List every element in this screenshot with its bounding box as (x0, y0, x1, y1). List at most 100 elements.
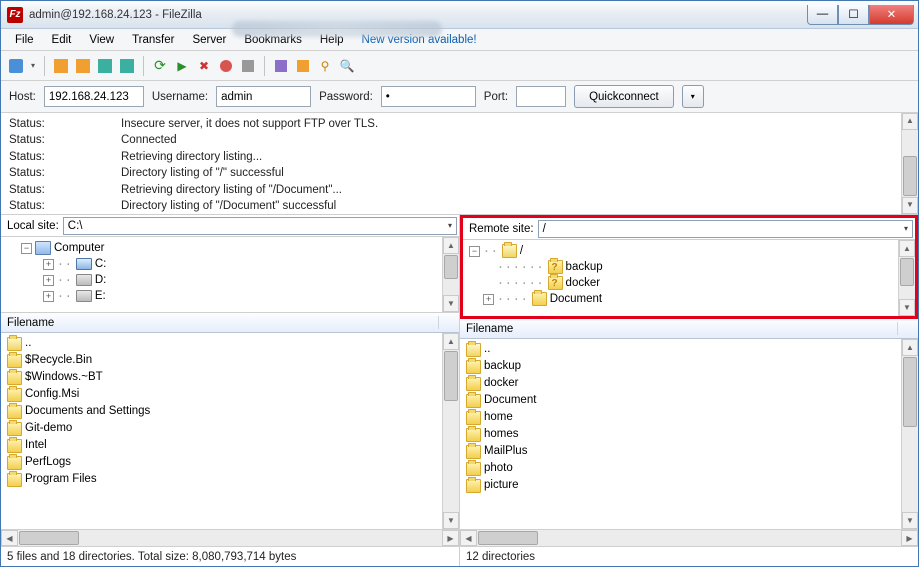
folder-icon (466, 428, 481, 442)
list-item[interactable]: .. (25, 335, 31, 352)
menu-server[interactable]: Server (184, 32, 234, 48)
tree-node-computer[interactable]: Computer (54, 240, 105, 256)
local-list-header[interactable]: Filename (1, 313, 459, 333)
host-label: Host: (9, 91, 36, 103)
expander-icon[interactable] (483, 294, 494, 305)
tree-node-drive[interactable]: C: (95, 256, 107, 272)
site-manager-icon[interactable] (7, 57, 25, 75)
local-site-row: Local site: C:\▾ (1, 215, 459, 237)
local-tree-scrollbar[interactable]: ▲▼ (442, 237, 459, 312)
expander-icon[interactable] (43, 275, 54, 286)
list-item[interactable]: .. (484, 341, 490, 358)
process-queue-icon[interactable]: ▶ (173, 57, 191, 75)
host-input[interactable] (44, 86, 144, 107)
username-label: Username: (152, 91, 208, 103)
tree-node[interactable]: docker (566, 275, 601, 291)
list-item[interactable]: Documents and Settings (25, 403, 150, 420)
toggle-queue-icon[interactable] (118, 57, 136, 75)
highlight-box: Remote site: /▾ ··/ ······backup ······d… (460, 215, 918, 319)
log-line: Connected (121, 132, 177, 148)
quickconnect-button[interactable]: Quickconnect (574, 85, 674, 108)
local-list-hscrollbar[interactable]: ◀▶ (1, 529, 459, 546)
log-line: Directory listing of "/Document" success… (121, 198, 336, 214)
folder-icon (466, 394, 481, 408)
toggle-local-tree-icon[interactable] (74, 57, 92, 75)
local-site-label: Local site: (7, 220, 59, 232)
tree-node-drive[interactable]: E: (95, 288, 106, 304)
list-item[interactable]: photo (484, 460, 513, 477)
close-button[interactable]: ✕ (869, 5, 914, 25)
drive-icon (76, 290, 92, 302)
menu-edit[interactable]: Edit (44, 32, 80, 48)
local-site-combo[interactable]: C:\▾ (63, 217, 457, 235)
menu-file[interactable]: File (7, 32, 42, 48)
list-item[interactable]: home (484, 409, 513, 426)
expander-icon[interactable] (469, 246, 480, 257)
log-line: Directory listing of "/" successful (121, 165, 284, 181)
remote-list-header[interactable]: Filename (460, 319, 918, 339)
obscured-area (232, 21, 442, 37)
list-item[interactable]: Program Files (25, 471, 97, 488)
expander-icon[interactable] (43, 291, 54, 302)
tree-node-root[interactable]: / (520, 243, 523, 259)
remote-site-combo[interactable]: /▾ (538, 220, 913, 238)
site-manager-dropdown[interactable]: ▾ (29, 57, 37, 75)
window-title: admin@192.168.24.123 - FileZilla (29, 9, 202, 21)
compare-icon[interactable] (294, 57, 312, 75)
log-scrollbar[interactable]: ▲▼ (901, 113, 918, 214)
tree-node[interactable]: backup (566, 259, 603, 275)
folder-icon (7, 439, 22, 453)
username-input[interactable] (216, 86, 311, 107)
folder-up-icon (466, 343, 481, 357)
local-list-scrollbar[interactable]: ▲▼ (442, 333, 459, 529)
remote-list-scrollbar[interactable]: ▲▼ (901, 339, 918, 529)
folder-icon (7, 422, 22, 436)
local-tree[interactable]: Computer ··C: ··D: ··E: ▲▼ (1, 237, 459, 313)
remote-list-hscrollbar[interactable]: ◀▶ (460, 529, 918, 546)
list-item[interactable]: Document (484, 392, 536, 409)
expander-icon[interactable] (43, 259, 54, 270)
maximize-button[interactable]: ☐ (838, 5, 869, 25)
port-label: Port: (484, 91, 508, 103)
disconnect-icon[interactable] (217, 57, 235, 75)
filter-icon[interactable] (272, 57, 290, 75)
expander-icon[interactable] (21, 243, 32, 254)
folder-unknown-icon (548, 260, 563, 274)
cancel-icon[interactable]: ✖ (195, 57, 213, 75)
titlebar: Fz admin@192.168.24.123 - FileZilla — ☐ … (1, 1, 918, 29)
remote-file-list[interactable]: .. backup docker Document home homes Mai… (460, 339, 918, 529)
sync-browse-icon[interactable]: ⚲ (316, 57, 334, 75)
list-item[interactable]: $Windows.~BT (25, 369, 103, 386)
search-icon[interactable]: 🔍 (338, 57, 356, 75)
list-item[interactable]: homes (484, 426, 519, 443)
remote-tree-scrollbar[interactable]: ▲▼ (898, 240, 915, 316)
list-item[interactable]: docker (484, 375, 519, 392)
remote-site-row: Remote site: /▾ (463, 218, 915, 240)
toggle-remote-tree-icon[interactable] (96, 57, 114, 75)
local-file-list[interactable]: .. $Recycle.Bin $Windows.~BT Config.Msi … (1, 333, 459, 529)
list-item[interactable]: backup (484, 358, 521, 375)
refresh-icon[interactable]: ⟳ (151, 57, 169, 75)
list-item[interactable]: PerfLogs (25, 454, 71, 471)
quickconnect-bar: Host: Username: Password: Port: Quickcon… (1, 81, 918, 113)
list-item[interactable]: $Recycle.Bin (25, 352, 92, 369)
menu-view[interactable]: View (81, 32, 122, 48)
port-input[interactable] (516, 86, 566, 107)
password-input[interactable] (381, 86, 476, 107)
folder-icon (466, 462, 481, 476)
drive-icon (76, 258, 92, 270)
menu-transfer[interactable]: Transfer (124, 32, 182, 48)
reconnect-icon[interactable] (239, 57, 257, 75)
tree-node[interactable]: Document (550, 291, 602, 307)
folder-icon (466, 479, 481, 493)
list-item[interactable]: MailPlus (484, 443, 527, 460)
minimize-button[interactable]: — (807, 5, 838, 25)
quickconnect-dropdown[interactable]: ▾ (682, 85, 704, 108)
list-item[interactable]: Config.Msi (25, 386, 79, 403)
list-item[interactable]: picture (484, 477, 519, 494)
tree-node-drive[interactable]: D: (95, 272, 107, 288)
toggle-log-icon[interactable] (52, 57, 70, 75)
remote-tree[interactable]: ··/ ······backup ······docker ····Docume… (463, 240, 915, 316)
list-item[interactable]: Git-demo (25, 420, 72, 437)
list-item[interactable]: Intel (25, 437, 47, 454)
